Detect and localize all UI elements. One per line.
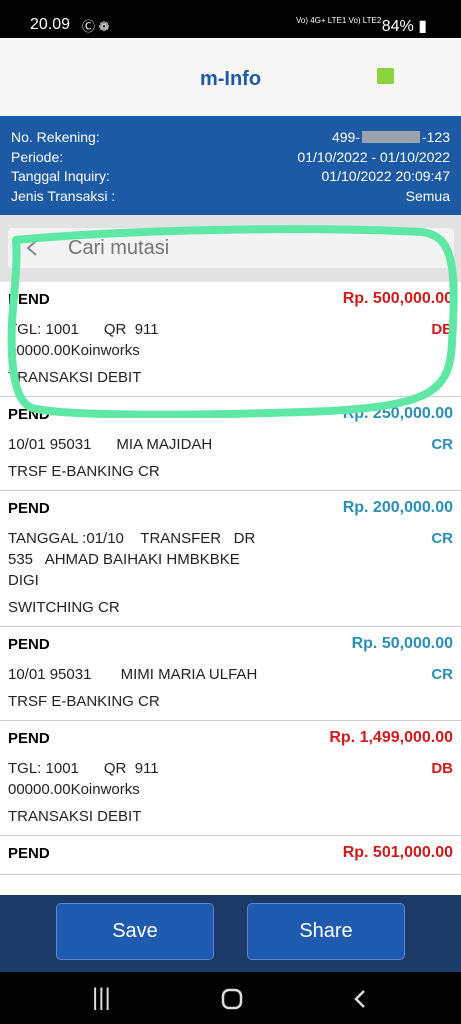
account-info-panel: No. Rekening: 499- -123 Periode: 01/10/20… (0, 116, 461, 215)
system-nav-bar: ||| (0, 972, 461, 1024)
transaction-description: 10/01 95031 MIMI MARIA ULFAH (8, 666, 258, 683)
transaction-type: CR (431, 530, 453, 547)
transaction-status: PEND (8, 499, 50, 517)
transaction-description: TANGGAL :01/10 TRANSFER DR 535 AHMAD BAI… (8, 530, 256, 589)
transaction-item[interactable]: PEND Rp. 501,000.00 (0, 836, 461, 875)
search-box[interactable] (8, 228, 454, 268)
status-bar: 20.09 Ⓒ ❁ Vo) 4G+ LTE1 Vo) LTE2 84% ▮ (0, 0, 461, 38)
notification-icons: Ⓒ ❁ (82, 19, 110, 34)
transaction-status: PEND (8, 844, 50, 862)
back-icon[interactable] (352, 988, 368, 1010)
clock: 20.09 (30, 16, 71, 33)
transaction-type: CR (431, 436, 453, 453)
transaction-status: PEND (8, 729, 50, 747)
transaction-amount: Rp. 500,000.00 (342, 290, 453, 307)
action-bar: Save Share (0, 895, 461, 972)
transaction-item[interactable]: PEND Rp. 500,000.00 TGL: 1001 QR 911 000… (0, 282, 461, 397)
transaction-description: TGL: 1001 QR 911 00000.00Koinworks (8, 321, 159, 359)
search-input[interactable] (68, 228, 438, 268)
transaction-type-label: Jenis Transaksi : (11, 187, 116, 204)
recent-apps-icon[interactable]: ||| (92, 984, 111, 1012)
transaction-item[interactable]: PEND Rp. 250,000.00 10/01 95031 MIA MAJI… (0, 397, 461, 491)
battery-indicator: 84% ▮ (381, 18, 427, 35)
search-section (0, 215, 461, 282)
transaction-amount: Rp. 200,000.00 (342, 499, 453, 516)
transaction-status: PEND (8, 290, 50, 308)
transaction-status: PEND (8, 405, 50, 423)
period-value: 01/10/2022 - 01/10/2022 (297, 148, 450, 165)
transaction-amount: Rp. 1,499,000.00 (329, 729, 453, 746)
redacted-block (361, 131, 420, 143)
home-icon[interactable] (221, 988, 243, 1010)
transaction-item[interactable]: PEND Rp. 1,499,000.00 TGL: 1001 QR 911 0… (0, 721, 461, 836)
transaction-type: DB (431, 321, 453, 338)
period-label: Periode: (11, 148, 64, 165)
transaction-kind: TRSF E-BANKING CR (8, 463, 160, 480)
transaction-item[interactable]: PEND Rp. 50,000.00 10/01 95031 MIMI MARI… (0, 627, 461, 721)
transaction-kind: SWITCHING CR (8, 599, 120, 616)
inquiry-label: Tanggal Inquiry: (11, 168, 110, 184)
account-label: No. Rekening: (11, 129, 100, 145)
app-bar: m-Info (0, 38, 461, 116)
save-button[interactable]: Save (56, 903, 214, 960)
transaction-kind: TRANSAKSI DEBIT (8, 369, 142, 386)
inquiry-value: 01/10/2022 20:09:47 (321, 168, 450, 184)
transaction-item[interactable]: PEND Rp. 200,000.00 TANGGAL :01/10 TRANS… (0, 491, 461, 627)
back-arrow-icon[interactable] (22, 238, 42, 258)
transaction-kind: TRSF E-BANKING CR (8, 693, 160, 710)
transaction-amount: Rp. 50,000.00 (351, 635, 453, 652)
transaction-status: PEND (8, 635, 50, 653)
transaction-kind: TRANSAKSI DEBIT (8, 808, 142, 825)
transaction-amount: Rp. 250,000.00 (342, 405, 453, 422)
transaction-description: 10/01 95031 MIA MAJIDAH (8, 436, 213, 453)
transaction-description: TGL: 1001 QR 911 00000.00Koinworks (8, 760, 159, 798)
transaction-list[interactable]: PEND Rp. 500,000.00 TGL: 1001 QR 911 000… (0, 282, 461, 895)
network-indicator: Vo) 4G+ LTE1 Vo) LTE2 (296, 16, 382, 25)
account-number: 499- -123 (331, 129, 450, 145)
transaction-type: DB (431, 760, 453, 777)
transaction-amount: Rp. 501,000.00 (342, 844, 453, 861)
transaction-type: CR (431, 666, 453, 683)
share-button[interactable]: Share (247, 903, 405, 960)
transaction-type-value: Semua (405, 187, 450, 204)
status-square-icon (377, 68, 394, 84)
